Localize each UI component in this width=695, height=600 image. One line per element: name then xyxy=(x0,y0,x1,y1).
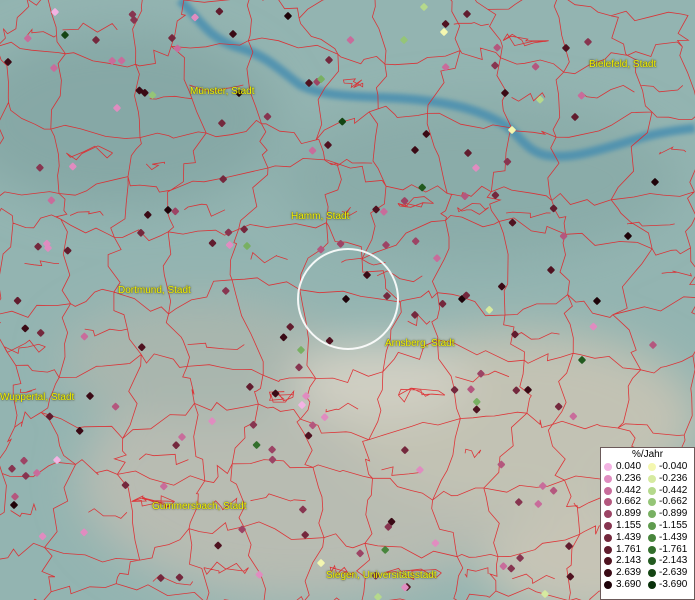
legend-value-negative: -0.442 xyxy=(659,484,688,496)
legend: %/Jahr 0.040 -0.040 0.236 -0.236 0.442 -0.442… xyxy=(600,447,695,600)
legend-value-negative: -1.761 xyxy=(659,543,688,555)
legend-swatch-positive xyxy=(604,463,612,471)
legend-swatch-positive xyxy=(604,545,612,554)
legend-value-negative: -3.690 xyxy=(659,578,688,590)
legend-row: 0.442 -0.442 xyxy=(601,485,694,497)
legend-swatch-negative xyxy=(648,569,656,578)
legend-row: 2.639 -2.639 xyxy=(601,567,694,579)
legend-row: 2.143 -2.143 xyxy=(601,555,694,567)
legend-swatch-negative xyxy=(648,463,656,471)
legend-swatch-negative xyxy=(648,580,656,589)
legend-title: %/Jahr xyxy=(631,449,664,460)
legend-swatch-positive xyxy=(604,569,612,578)
legend-value-positive: 0.040 xyxy=(616,461,642,472)
legend-swatch-negative xyxy=(648,521,656,530)
legend-value-negative: -2.143 xyxy=(659,555,688,567)
legend-row: 0.899 -0.899 xyxy=(601,508,694,520)
legend-swatch-positive xyxy=(604,580,612,589)
legend-value-positive: 2.639 xyxy=(616,567,642,579)
legend-value-negative: -0.662 xyxy=(659,496,688,508)
legend-value-positive: 1.155 xyxy=(616,519,642,531)
city-label-hamm: Hamm, Stadt xyxy=(291,211,350,222)
legend-swatch-positive xyxy=(604,557,612,566)
legend-value-negative: -1.439 xyxy=(659,531,688,543)
legend-rows: 0.040 -0.040 0.236 -0.236 0.442 -0.442 0.662 -0… xyxy=(601,461,694,591)
legend-value-negative: -2.639 xyxy=(659,567,688,579)
legend-row: 1.155 -1.155 xyxy=(601,520,694,532)
legend-swatch-negative xyxy=(648,545,656,554)
legend-swatch-positive xyxy=(604,510,612,519)
legend-row: 1.761 -1.761 xyxy=(601,544,694,556)
city-label-wuppertal: Wuppertal, Stadt xyxy=(0,392,75,403)
legend-swatch-positive xyxy=(604,533,612,542)
legend-swatch-negative xyxy=(648,498,656,507)
city-label-siegen: Siegen, Universitätsstadt xyxy=(326,570,437,581)
legend-value-negative: -1.155 xyxy=(659,519,688,531)
legend-row: 1.439 -1.439 xyxy=(601,532,694,544)
legend-value-negative: -0.899 xyxy=(659,508,688,520)
legend-value-positive: 0.236 xyxy=(616,472,642,484)
legend-value-positive: 1.439 xyxy=(616,531,642,543)
legend-row: 0.040 -0.040 xyxy=(601,461,694,473)
legend-value-positive: 0.899 xyxy=(616,508,642,520)
legend-swatch-positive xyxy=(604,486,612,495)
legend-swatch-positive xyxy=(604,521,612,530)
legend-swatch-negative xyxy=(648,486,656,495)
legend-value-positive: 0.442 xyxy=(616,484,642,496)
legend-value-negative: -0.236 xyxy=(659,472,688,484)
legend-swatch-negative xyxy=(648,533,656,542)
city-label-bielefeld: Bielefeld, Stadt xyxy=(589,59,657,70)
legend-row: 0.662 -0.662 xyxy=(601,496,694,508)
legend-value-positive: 1.761 xyxy=(616,543,642,555)
legend-row: 3.690 -3.690 xyxy=(601,579,694,591)
legend-value-negative: -0.040 xyxy=(659,461,688,472)
legend-swatch-negative xyxy=(648,510,656,519)
legend-swatch-negative xyxy=(648,557,656,566)
legend-swatch-negative xyxy=(648,474,656,483)
legend-value-positive: 2.143 xyxy=(616,555,642,567)
map-canvas[interactable] xyxy=(0,0,695,600)
city-label-arnsberg: Arnsberg, Stadt xyxy=(385,338,455,349)
city-label-muenster: Münster, Stadt xyxy=(190,86,255,97)
legend-value-positive: 0.662 xyxy=(616,496,642,508)
city-label-dortmund: Dortmund, Stadt xyxy=(118,285,191,296)
legend-swatch-positive xyxy=(604,498,612,507)
legend-row: 0.236 -0.236 xyxy=(601,473,694,485)
legend-value-positive: 3.690 xyxy=(616,578,642,590)
city-label-gummersbach: Gummersbach, Stadt xyxy=(152,501,247,512)
legend-swatch-positive xyxy=(604,474,612,483)
